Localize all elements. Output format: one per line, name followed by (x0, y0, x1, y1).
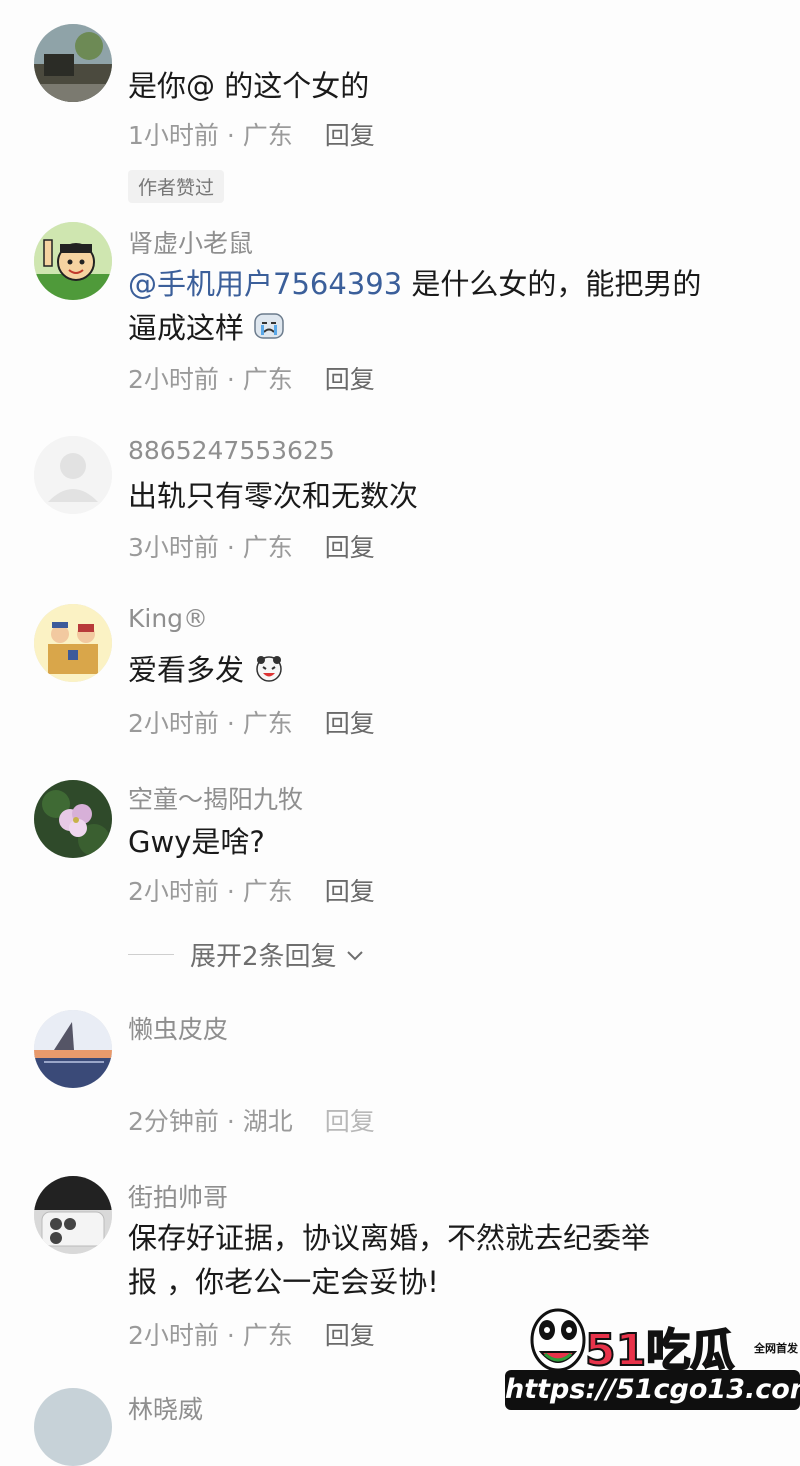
meta-separator: · (218, 1107, 243, 1136)
comment-location: 广东 (242, 877, 293, 906)
comment-username[interactable]: 肾虚小老鼠 (128, 224, 253, 260)
user-avatar[interactable] (34, 1176, 112, 1254)
comment-time: 2分钟前 (128, 1107, 219, 1136)
comment-text: Gwy是啥? (128, 825, 265, 859)
meta-separator: · (218, 1321, 243, 1350)
comment-username[interactable]: 懒虫皮皮 (128, 1010, 228, 1046)
comment-meta: 2小时前 · 广东 回复 (128, 360, 375, 396)
reply-button[interactable]: 回复 (325, 877, 375, 906)
comment-text: 是你@ 的这个女的 (128, 69, 370, 103)
comment-username[interactable]: 林晓威 (128, 1390, 203, 1426)
comment-time: 2小时前 (128, 365, 219, 394)
user-avatar[interactable] (34, 1388, 112, 1466)
author-liked-badge: 作者赞过 (128, 170, 225, 203)
user-avatar[interactable] (34, 1010, 112, 1088)
divider-line (128, 954, 174, 955)
meta-separator: · (218, 365, 243, 394)
watermark-badge: 全网首发 (754, 1342, 798, 1355)
comment-text: 爱看多发 (128, 648, 768, 692)
comment-location: 广东 (242, 533, 293, 562)
comment-time: 1小时前 (128, 121, 219, 150)
meta-separator: · (218, 877, 243, 906)
comment-location: 广东 (242, 709, 293, 738)
meta-separator: · (218, 709, 243, 738)
expand-replies-label: 展开2条回复 (190, 942, 337, 972)
comment-username[interactable]: 8865247553625 (128, 436, 335, 465)
laughing-emoji-icon (256, 656, 282, 682)
comment-username[interactable]: 空童～揭阳九牧 (128, 780, 303, 816)
expand-replies-button[interactable]: 展开2条回复 (128, 936, 365, 973)
watermark-url: https://51cgo13.com (505, 1370, 800, 1410)
reply-button[interactable]: 回复 (325, 121, 375, 150)
comment-text-line2: 逼成这样 (128, 306, 768, 350)
comment-time: 2小时前 (128, 1321, 219, 1350)
comment-username[interactable]: King® (128, 604, 208, 633)
reply-button[interactable]: 回复 (325, 533, 375, 562)
comment-time: 2小时前 (128, 877, 219, 906)
comment-username[interactable]: 街拍帅哥 (128, 1178, 228, 1214)
user-avatar[interactable] (34, 24, 112, 102)
comment-time: 2小时前 (128, 709, 219, 738)
comment-meta: 3小时前 · 广东 回复 (128, 528, 375, 564)
reply-button[interactable]: 回复 (325, 365, 375, 394)
meta-separator: · (218, 533, 243, 562)
user-avatar[interactable] (34, 604, 112, 682)
comment-time: 3小时前 (128, 533, 219, 562)
chevron-down-icon (346, 950, 363, 960)
user-avatar[interactable] (34, 222, 112, 300)
comment-location: 广东 (242, 365, 293, 394)
reply-button[interactable]: 回复 (325, 1321, 375, 1350)
comment-text: 保存好证据，协议离婚，不然就去纪委举 (128, 1221, 651, 1255)
comment-meta: 2小时前 · 广东 回复 (128, 872, 375, 908)
comment-text: @手机用户7564393 是什么女的，能把男的 (128, 262, 768, 306)
site-watermark: 51吃瓜 全网首发 https://51cgo13.com (505, 1300, 800, 1410)
user-avatar[interactable] (34, 780, 112, 858)
comment-text-line2: 报 ，你老公一定会妥协! (128, 1265, 439, 1299)
reply-button[interactable]: 回复 (325, 709, 375, 738)
crying-emoji-icon (254, 313, 284, 339)
comment-location: 湖北 (242, 1107, 293, 1136)
reply-button[interactable]: 回复 (325, 1107, 375, 1136)
comment-meta: 2小时前 · 广东 回复 (128, 1316, 375, 1352)
comment-text: 出轨只有零次和无数次 (128, 479, 419, 513)
comment-text-segment: 爱看多发 (128, 653, 245, 687)
comment-text-segment: 是什么女的，能把男的 (402, 267, 702, 301)
comment-location: 广东 (242, 121, 293, 150)
user-avatar[interactable] (34, 436, 112, 514)
comment-text-segment: 逼成这样 (128, 311, 245, 345)
watermark-brand: 51吃瓜 (584, 1324, 735, 1377)
comment-location: 广东 (242, 1321, 293, 1350)
meta-separator: · (218, 121, 243, 150)
user-mention-link[interactable]: @手机用户7564393 (128, 267, 402, 301)
comment-meta: 2小时前 · 广东 回复 (128, 704, 375, 740)
mascot-logo-icon (530, 1308, 586, 1372)
comment-meta: 1小时前 · 广东 回复 (128, 116, 375, 152)
comment-meta: 2分钟前 · 湖北 回复 (128, 1102, 375, 1138)
